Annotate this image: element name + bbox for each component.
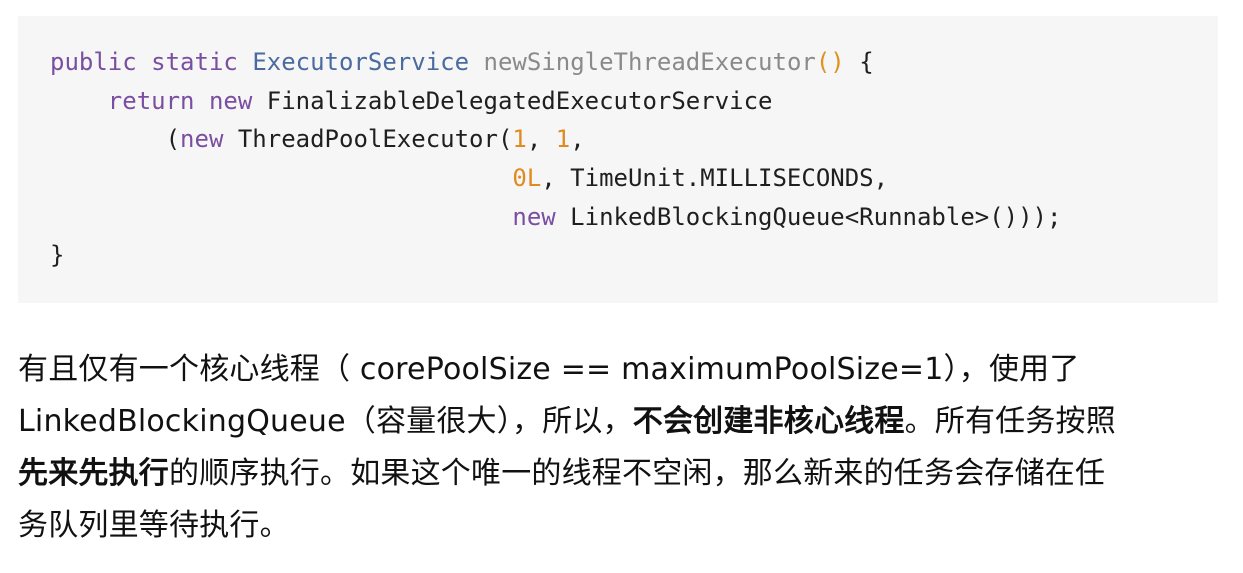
code-number: 1 — [512, 125, 527, 154]
code-number: 1 — [555, 125, 571, 154]
code-keyword: new — [208, 86, 253, 115]
paragraph-line-3: 先来先执行的顺序执行。如果这个唯一的线程不空闲，那么新来的任务会存储在任 — [18, 448, 1223, 500]
code-keyword: static — [151, 48, 238, 76]
code-number: 0L — [512, 164, 542, 193]
code-line: return new FinalizableDelegatedExecutorS… — [50, 82, 1218, 121]
code-text: ThreadPoolExecutor( — [223, 125, 513, 154]
code-line: } — [50, 236, 1218, 275]
code-lines: public static ExecutorService newSingleT… — [50, 43, 1218, 275]
code-keyword: return — [107, 86, 195, 115]
paragraph-line-4: 务队列里等待执行。 — [18, 508, 290, 543]
code-keyword: new — [512, 202, 556, 231]
paragraph-line-2: LinkedBlockingQueue（容量很大），所以，不会创建非核心线程。所… — [18, 396, 1223, 448]
emphasis-fifo: 先来先执行 — [18, 456, 169, 491]
code-text: , — [526, 125, 556, 154]
paragraph-text: 的顺序执行。如果这个唯一的线程不空闲，那么新来的任务会存储在任 — [169, 456, 1106, 491]
emphasis-no-noncore-threads: 不会创建非核心线程 — [632, 404, 905, 439]
code-text: ( — [50, 125, 181, 154]
code-keyword: public — [50, 48, 137, 76]
code-block: public static ExecutorService newSingleT… — [18, 16, 1218, 303]
code-text: LinkedBlockingQueue<Runnable>())); — [555, 202, 1062, 231]
code-text: FinalizableDelegatedExecutorService — [252, 86, 773, 115]
code-type: ExecutorService — [252, 48, 470, 76]
code-method-name: newSingleThreadExecutor — [483, 48, 816, 76]
code-text: , TimeUnit.MILLISECONDS, — [541, 164, 889, 193]
code-line: public static ExecutorService newSingleT… — [50, 43, 1218, 82]
paragraph-text: LinkedBlockingQueue（容量很大），所以， — [18, 404, 633, 439]
code-paren: () — [815, 48, 845, 76]
paragraph-line-1: 有且仅有一个核心线程（ corePoolSize == maximumPoolS… — [18, 352, 1080, 387]
code-line: 0L, TimeUnit.MILLISECONDS, — [50, 159, 1218, 198]
code-text: , — [570, 125, 585, 154]
code-keyword: new — [180, 125, 224, 154]
code-text: { — [844, 48, 874, 76]
description-paragraph: 有且仅有一个核心线程（ corePoolSize == maximumPoolS… — [18, 344, 1223, 552]
code-text: } — [50, 241, 65, 270]
paragraph-text: 。所有任务按照 — [904, 404, 1116, 439]
code-line: (new ThreadPoolExecutor(1, 1, — [50, 120, 1218, 159]
code-line: new LinkedBlockingQueue<Runnable>())); — [50, 198, 1218, 237]
